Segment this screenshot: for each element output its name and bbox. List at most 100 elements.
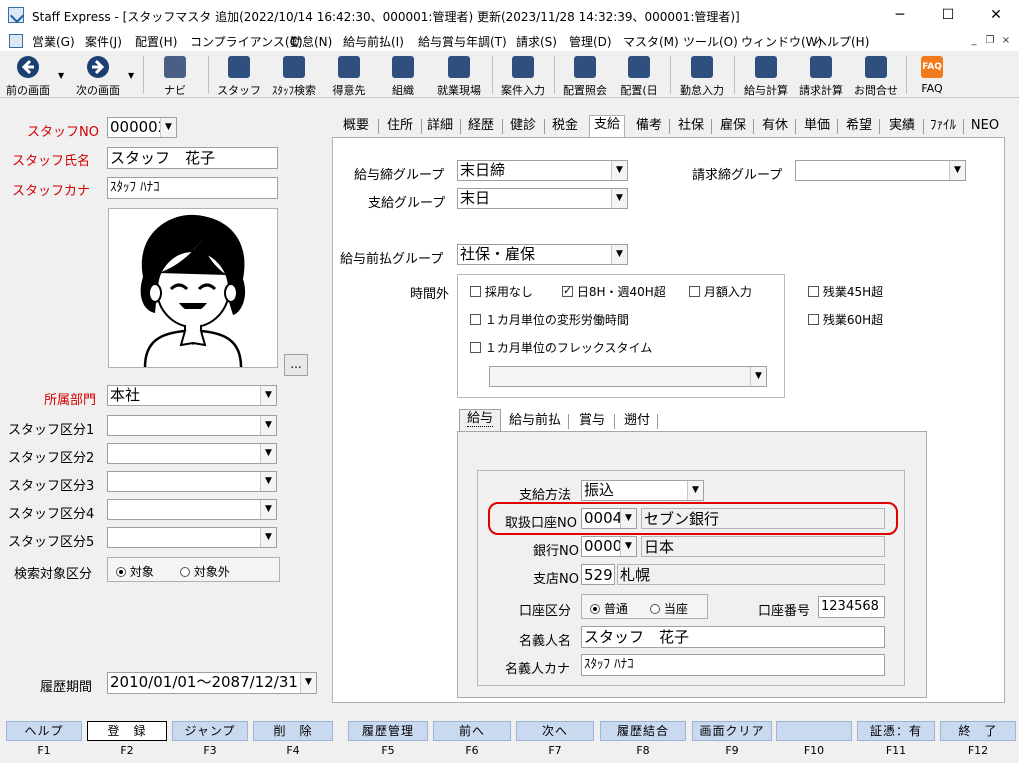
subtab-bonus[interactable]: 賞与	[572, 412, 612, 432]
staff-no-select[interactable]: 000002 ▼	[107, 117, 177, 138]
ot-flex-checkbox[interactable]: １カ月単位のフレックスタイム	[470, 339, 652, 356]
menu-attendance[interactable]: 勤怠(N)	[290, 33, 332, 50]
tab-pay[interactable]: 支給	[589, 115, 625, 138]
bill-close-group-select[interactable]: ▼	[795, 160, 966, 181]
clear-screen-fkey-button[interactable]: 画面クリア	[692, 721, 772, 741]
tab-employment-ins[interactable]: 雇保	[715, 117, 751, 137]
mdi-restore-button[interactable]: ❐	[982, 34, 998, 48]
tab-history[interactable]: 経歴	[462, 117, 500, 137]
organization-button[interactable]: 組織	[380, 53, 426, 97]
menu-master[interactable]: マスタ(M)	[623, 33, 679, 50]
subtab-advance[interactable]: 給与前払	[504, 412, 566, 432]
dept-select[interactable]: 本社 ▼	[107, 385, 277, 406]
close-window-button[interactable]: ✕	[973, 0, 1019, 31]
tab-overview[interactable]: 概要	[336, 117, 376, 137]
delete-fkey-button[interactable]: 削 除	[253, 721, 333, 741]
worksite-button[interactable]: 就業現場	[432, 53, 486, 97]
bank-no-select[interactable]: 0000 ▼	[581, 536, 637, 557]
menu-jobs[interactable]: 案件(J)	[85, 33, 122, 50]
branch-no-field[interactable]: 529	[581, 564, 615, 585]
staff-button[interactable]: スタッフ	[215, 53, 263, 97]
prev-screen-button[interactable]: 前の画面	[2, 53, 54, 97]
holder-name-field[interactable]: スタッフ 花子	[581, 626, 885, 648]
menu-sales[interactable]: 営業(G)	[32, 33, 75, 50]
mdi-minimize-button[interactable]: _	[966, 34, 982, 48]
tab-neo[interactable]: NEO	[967, 117, 1003, 137]
account-type-normal-radio[interactable]: 普通	[590, 600, 628, 617]
menu-assign[interactable]: 配置(H)	[135, 33, 177, 50]
tab-results[interactable]: 実績	[883, 117, 921, 137]
tab-file[interactable]: ﾌｧｲﾙ	[925, 117, 961, 137]
prev-fkey-button[interactable]: 前へ	[433, 721, 511, 741]
tab-social-ins[interactable]: 社保	[673, 117, 709, 137]
help-fkey-button[interactable]: ヘルプ	[6, 721, 82, 741]
ot-45h-checkbox[interactable]: 残業45H超	[808, 283, 883, 300]
tab-address[interactable]: 住所	[381, 117, 419, 137]
client-button[interactable]: 得意先	[326, 53, 372, 97]
staff-class3-select[interactable]: ▼	[107, 471, 277, 492]
maximize-button[interactable]: ☐	[925, 0, 971, 31]
attendance-entry-button[interactable]: 勤怠入力	[676, 53, 728, 97]
search-target-on-radio[interactable]: 対象	[116, 563, 154, 580]
ot-none-checkbox[interactable]: 採用なし	[470, 283, 533, 300]
next-fkey-button[interactable]: 次へ	[516, 721, 594, 741]
menu-admin[interactable]: 管理(D)	[569, 33, 612, 50]
tab-unit-price[interactable]: 単価	[799, 117, 835, 137]
tab-notes[interactable]: 備考	[631, 117, 667, 137]
register-fkey-button[interactable]: 登 録	[87, 721, 167, 741]
faq-button[interactable]: FAQ FAQ	[910, 53, 954, 97]
staff-class4-select[interactable]: ▼	[107, 499, 277, 520]
advance-group-select[interactable]: 社保・雇保 ▼	[457, 244, 628, 265]
menu-payroll[interactable]: 給与賞与年調(T)	[418, 33, 507, 50]
staff-kana-field[interactable]: ｽﾀｯﾌ ﾊﾅｺ	[107, 177, 278, 199]
tab-checkup[interactable]: 健診	[504, 117, 542, 137]
exit-fkey-button[interactable]: 終 了	[940, 721, 1016, 741]
menu-billing[interactable]: 請求(S)	[516, 33, 557, 50]
menu-tools[interactable]: ツール(O)	[683, 33, 738, 50]
assignment-inquiry-button[interactable]: 配置照会	[558, 53, 612, 97]
subtab-pay[interactable]: 給与	[459, 409, 501, 432]
next-dropdown-icon[interactable]: ▼	[128, 71, 136, 80]
billing-calc-button[interactable]: 請求計算	[794, 53, 848, 97]
tab-tax[interactable]: 税金	[546, 117, 584, 137]
flex-select[interactable]: ▼	[489, 366, 767, 387]
subtab-retro[interactable]: 遡付	[617, 412, 657, 432]
prev-dropdown-icon[interactable]: ▼	[58, 71, 66, 80]
staff-class1-select[interactable]: ▼	[107, 415, 277, 436]
payroll-calc-button[interactable]: 給与計算	[740, 53, 792, 97]
pay-method-select[interactable]: 振込 ▼	[581, 480, 704, 501]
history-period-select[interactable]: 2010/01/01～2087/12/31 (▼	[107, 672, 317, 694]
search-target-off-radio[interactable]: 対象外	[180, 563, 230, 580]
job-entry-button[interactable]: 案件入力	[497, 53, 549, 97]
ot-8h40h-checkbox[interactable]: 日8H・週40H超	[562, 283, 666, 300]
f10-fkey-button[interactable]	[776, 721, 852, 741]
tab-details[interactable]: 詳細	[422, 117, 458, 137]
ot-variable-checkbox[interactable]: １カ月単位の変形労働時間	[470, 311, 629, 328]
account-type-current-radio[interactable]: 当座	[650, 600, 688, 617]
navi-button[interactable]: ナビ	[150, 53, 200, 97]
menu-compliance[interactable]: コンプライアンス(C)	[190, 33, 303, 50]
minimize-button[interactable]: ─	[877, 0, 923, 31]
photo-browse-button[interactable]: ...	[284, 354, 308, 376]
staff-class2-select[interactable]: ▼	[107, 443, 277, 464]
ot-60h-checkbox[interactable]: 残業60H超	[808, 311, 883, 328]
pay-close-group-select[interactable]: 末日締 ▼	[457, 160, 628, 181]
tab-preference[interactable]: 希望	[841, 117, 877, 137]
ot-monthly-checkbox[interactable]: 月額入力	[689, 283, 752, 300]
next-screen-button[interactable]: 次の画面	[70, 53, 126, 97]
account-number-field[interactable]: 1234568	[818, 596, 885, 618]
holder-kana-field[interactable]: ｽﾀｯﾌ ﾊﾅｺ	[581, 654, 885, 676]
voucher-fkey-button[interactable]: 証憑：有	[857, 721, 935, 741]
assignment-day-button[interactable]: 配置(日	[614, 53, 664, 97]
menu-advance-pay[interactable]: 給与前払(I)	[343, 33, 404, 50]
jump-fkey-button[interactable]: ジャンプ	[172, 721, 248, 741]
pay-group-select[interactable]: 末日 ▼	[457, 188, 628, 209]
menu-window[interactable]: ウィンドウ(W)	[741, 33, 822, 50]
history-merge-fkey-button[interactable]: 履歴結合	[600, 721, 686, 741]
contact-button[interactable]: お問合せ	[850, 53, 902, 97]
staff-class5-select[interactable]: ▼	[107, 527, 277, 548]
tab-paid-leave[interactable]: 有休	[757, 117, 793, 137]
menu-help[interactable]: ヘルプ(H)	[815, 33, 869, 50]
staff-search-button[interactable]: ｽﾀｯﾌ検索	[266, 53, 322, 97]
staff-name-field[interactable]: スタッフ 花子	[107, 147, 278, 169]
